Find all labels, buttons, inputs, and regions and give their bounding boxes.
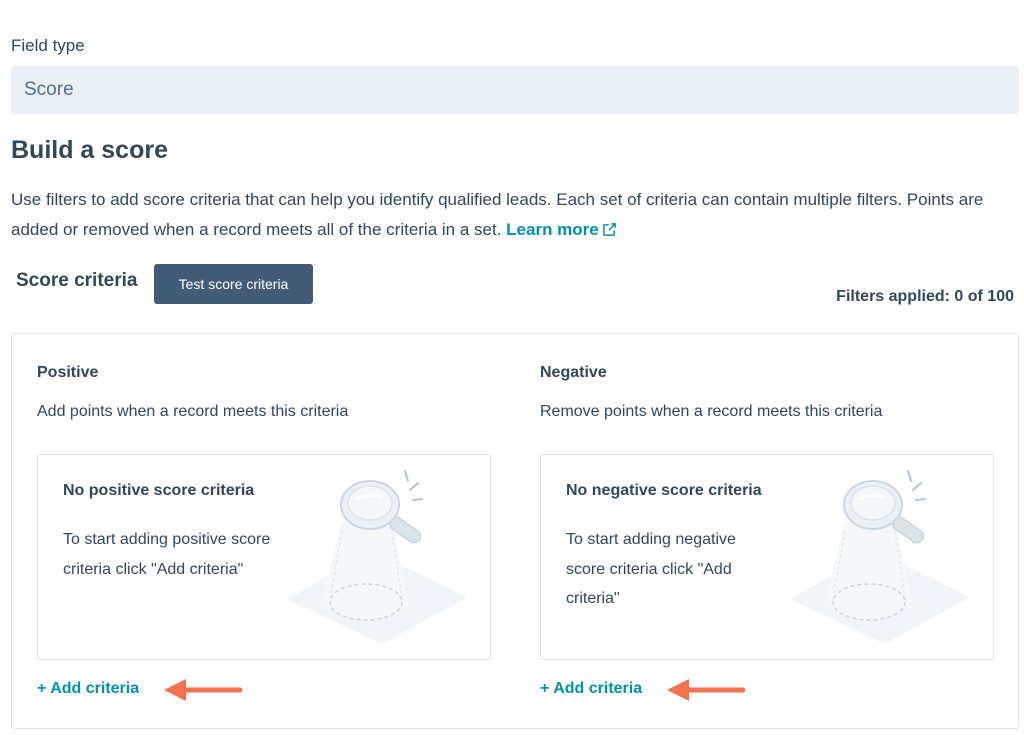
field-type-value: Score (24, 79, 74, 100)
criteria-card: Positive Add points when a record meets … (11, 333, 1019, 729)
negative-empty-body: To start adding negative score criteria … (566, 531, 736, 607)
positive-empty-title: No positive score criteria (63, 482, 255, 499)
negative-title: Negative (540, 364, 607, 381)
description-text: Use filters to add score criteria that c… (11, 190, 984, 239)
field-type-label: Field type (11, 36, 85, 55)
description: Use filters to add score criteria that c… (11, 185, 1021, 245)
test-score-criteria-button[interactable]: Test score criteria (154, 264, 313, 304)
negative-subtitle: Remove points when a record meets this c… (540, 403, 883, 420)
negative-add-criteria-link[interactable]: + Add criteria (540, 680, 642, 698)
score-criteria-label: Score criteria (16, 270, 138, 291)
magnifying-glass-illustration (790, 470, 970, 644)
negative-empty-title: No negative score criteria (566, 482, 762, 499)
page-title: Build a score (11, 136, 168, 164)
positive-add-criteria-link[interactable]: + Add criteria (37, 680, 139, 698)
positive-empty-body: To start adding positive score criteria … (63, 531, 271, 578)
field-type-select[interactable]: Score (11, 66, 1019, 114)
negative-empty-state: No negative score criteria To start addi… (540, 454, 994, 660)
filters-applied-count: Filters applied: 0 of 100 (836, 288, 1014, 305)
external-link-icon (602, 223, 616, 236)
arrow-annotation (667, 679, 745, 701)
positive-column: Positive Add points when a record meets … (37, 334, 492, 728)
positive-title: Positive (37, 364, 99, 381)
arrow-annotation (164, 679, 242, 701)
magnifying-glass-illustration (287, 470, 467, 644)
learn-more-link[interactable]: Learn more (506, 220, 617, 239)
positive-empty-state: No positive score criteria To start addi… (37, 454, 491, 660)
negative-column: Negative Remove points when a record mee… (540, 334, 995, 728)
positive-subtitle: Add points when a record meets this crit… (37, 403, 349, 420)
